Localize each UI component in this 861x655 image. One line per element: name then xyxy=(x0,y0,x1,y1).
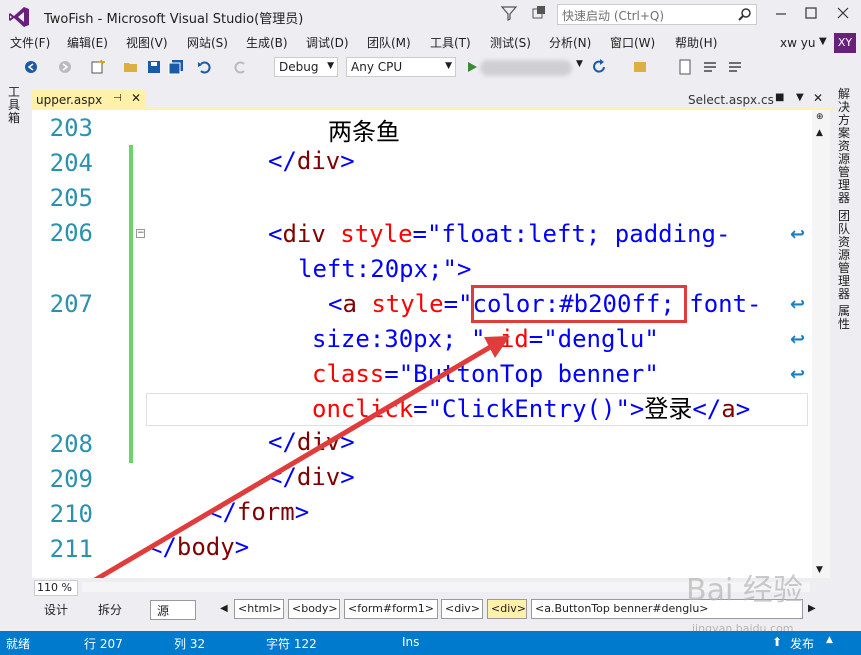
chevron-down-icon[interactable]: ▼ xyxy=(816,565,823,575)
status-bar xyxy=(0,631,861,655)
status-state: 就绪 xyxy=(6,637,31,651)
zoom-dropdown[interactable]: 110 % xyxy=(34,580,78,596)
status-line: 行 207 xyxy=(84,637,123,651)
chevron-up-icon[interactable]: ▲ xyxy=(826,635,833,645)
publish-icon[interactable]: ⬆ xyxy=(772,635,782,649)
breadcrumb-div[interactable]: <div> xyxy=(441,599,483,619)
status-column: 列 32 xyxy=(174,637,206,651)
chevron-left-icon[interactable]: ◀ xyxy=(220,603,228,614)
split-icon[interactable]: ⊕ xyxy=(816,112,824,122)
breadcrumb-html[interactable]: <html> xyxy=(234,599,284,619)
source-view-label: 源 xyxy=(157,604,170,618)
baidu-watermark: Bai 经验 xyxy=(686,573,803,608)
split-view-button[interactable]: 拆分 xyxy=(92,600,144,620)
design-view-button[interactable]: 设计 xyxy=(38,600,90,620)
status-mode: Ins xyxy=(402,635,420,649)
publish-button[interactable]: 发布 xyxy=(790,635,814,652)
design-view-label: 设计 xyxy=(44,603,69,617)
annotation-arrow-icon xyxy=(76,336,510,593)
source-view-button[interactable]: 源 xyxy=(150,600,196,620)
breadcrumb-form[interactable]: <form#form1> xyxy=(344,599,438,619)
split-view-label: 拆分 xyxy=(98,603,123,617)
breadcrumb-div-selected[interactable]: <div> xyxy=(487,599,527,619)
chevron-up-icon[interactable]: ▲ xyxy=(816,128,823,138)
vertical-scrollbar[interactable] xyxy=(812,110,830,578)
breadcrumb-body[interactable]: <body> xyxy=(288,599,340,619)
status-char: 字符 122 xyxy=(266,637,317,651)
chevron-right-icon[interactable]: ▶ xyxy=(808,603,816,614)
